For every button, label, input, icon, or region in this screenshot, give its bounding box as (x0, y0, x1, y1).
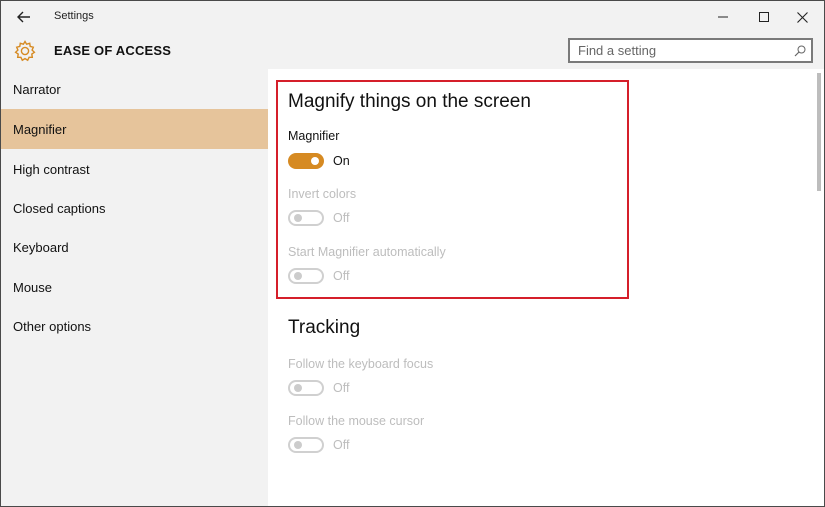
minimize-icon (718, 16, 728, 18)
sidebar-item-closed-captions[interactable]: Closed captions (1, 188, 268, 228)
invert-colors-toggle[interactable] (288, 210, 324, 226)
sidebar-item-high-contrast[interactable]: High contrast (1, 149, 268, 189)
sidebar-item-label: Magnifier (13, 121, 67, 137)
toggle-knob (294, 214, 302, 222)
sidebar-item-label: Mouse (13, 279, 53, 295)
gear-icon (14, 40, 36, 62)
start-automatically-label: Start Magnifier automatically (288, 245, 446, 259)
follow-mouse-toggle[interactable] (288, 437, 324, 453)
magnify-heading: Magnify things on the screen (288, 91, 531, 112)
search-icon[interactable] (789, 41, 811, 61)
toggle-knob (311, 157, 319, 165)
title-bar: Settings (1, 1, 824, 32)
sidebar-item-other-options[interactable]: Other options (1, 306, 268, 346)
toggle-knob (294, 272, 302, 280)
minimize-button[interactable] (705, 4, 741, 30)
scrollbar[interactable] (817, 73, 821, 191)
window-title: Settings (54, 10, 94, 22)
magnifier-label: Magnifier (288, 129, 340, 143)
start-automatically-toggle[interactable] (288, 268, 324, 284)
sidebar-item-keyboard[interactable]: Keyboard (1, 227, 268, 267)
page-header: EASE OF ACCESS (1, 32, 824, 69)
settings-window: Settings EASE OF ACCESS Find a setting N… (0, 0, 825, 507)
sidebar-item-label: High contrast (13, 161, 90, 177)
follow-mouse-label: Follow the mouse cursor (288, 414, 425, 428)
follow-keyboard-state: Off (333, 381, 350, 395)
search-box[interactable] (568, 38, 813, 63)
toggle-knob (294, 384, 302, 392)
sidebar-item-label: Keyboard (13, 239, 69, 255)
invert-colors-state: Off (333, 211, 350, 225)
main-content: Magnify things on the screen Magnifier O… (268, 69, 824, 506)
close-button[interactable] (784, 4, 820, 30)
sidebar-item-mouse[interactable]: Mouse (1, 267, 268, 307)
back-button[interactable] (9, 5, 39, 29)
maximize-icon (759, 12, 769, 22)
follow-mouse-state: Off (333, 438, 350, 452)
toggle-knob (294, 441, 302, 449)
tracking-heading: Tracking (288, 317, 361, 338)
sidebar: Narrator Magnifier High contrast Closed … (1, 69, 268, 506)
follow-keyboard-toggle[interactable] (288, 380, 324, 396)
sidebar-item-label: Narrator (13, 81, 61, 97)
back-arrow-icon (17, 11, 30, 23)
sidebar-item-magnifier[interactable]: Magnifier (1, 109, 268, 149)
follow-keyboard-label: Follow the keyboard focus (288, 357, 434, 371)
magnifier-state: On (333, 154, 350, 168)
sidebar-item-label: Other options (13, 318, 92, 334)
sidebar-item-narrator[interactable]: Narrator (1, 69, 268, 109)
section-title: EASE OF ACCESS (54, 43, 172, 58)
sidebar-item-label: Closed captions (13, 200, 106, 216)
magnifier-toggle[interactable] (288, 153, 324, 169)
maximize-button[interactable] (746, 4, 782, 30)
invert-colors-label: Invert colors (288, 187, 357, 201)
close-icon (796, 11, 808, 23)
search-input[interactable] (570, 40, 789, 61)
start-automatically-state: Off (333, 269, 350, 283)
